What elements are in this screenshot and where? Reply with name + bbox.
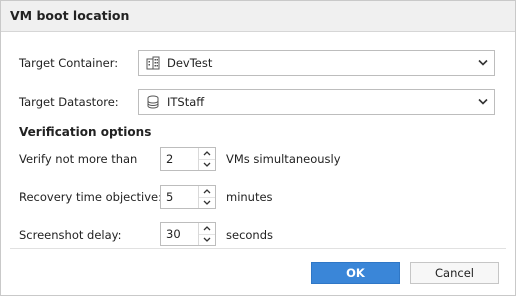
chevron-down-icon[interactable] [478, 98, 488, 106]
target-datastore-select[interactable]: ITStaff [138, 89, 495, 115]
chevron-up-icon [203, 226, 211, 231]
target-datastore-value: ITStaff [167, 95, 205, 109]
screenshot-delay-value[interactable]: 30 [166, 227, 181, 241]
target-container-label: Target Container: [19, 56, 119, 70]
stepper-buttons [198, 186, 215, 208]
chevron-down-icon [203, 200, 211, 205]
target-container-value: DevTest [167, 56, 213, 70]
verify-max-vms-stepper[interactable]: 2 [160, 147, 216, 171]
chevron-down-icon [203, 162, 211, 167]
verify-max-vms-value[interactable]: 2 [166, 152, 173, 166]
recovery-time-objective-suffix: minutes [226, 190, 273, 204]
screenshot-delay-suffix: seconds [226, 228, 274, 242]
recovery-time-objective-stepper[interactable]: 5 [160, 185, 216, 209]
screenshot-delay-label: Screenshot delay: [19, 228, 122, 242]
chevron-down-icon[interactable] [478, 59, 488, 67]
verification-options-heading: Verification options [19, 125, 152, 139]
verify-max-vms-label: Verify not more than [19, 152, 138, 166]
chevron-down-icon [203, 237, 211, 242]
recovery-time-objective-label: Recovery time objective: [19, 190, 163, 204]
database-icon [147, 95, 159, 109]
decrement-button[interactable] [199, 159, 215, 170]
building-icon [146, 56, 160, 70]
chevron-up-icon [203, 151, 211, 156]
verify-max-vms-suffix: VMs simultaneously [226, 152, 341, 166]
target-datastore-label: Target Datastore: [19, 95, 119, 109]
footer-divider [10, 248, 506, 249]
stepper-buttons [198, 223, 215, 245]
stepper-buttons [198, 148, 215, 170]
cancel-button[interactable]: Cancel [410, 262, 499, 284]
decrement-button[interactable] [199, 197, 215, 208]
dialog-title: VM boot location [10, 8, 130, 23]
dialog-title-bar: VM boot location [1, 1, 515, 32]
screenshot-delay-stepper[interactable]: 30 [160, 222, 216, 246]
vm-boot-location-dialog: VM boot location Target Container: DevTe… [0, 0, 516, 296]
recovery-time-objective-value[interactable]: 5 [166, 190, 173, 204]
target-container-select[interactable]: DevTest [138, 50, 495, 76]
decrement-button[interactable] [199, 234, 215, 245]
ok-button[interactable]: OK [311, 262, 400, 284]
chevron-up-icon [203, 189, 211, 194]
